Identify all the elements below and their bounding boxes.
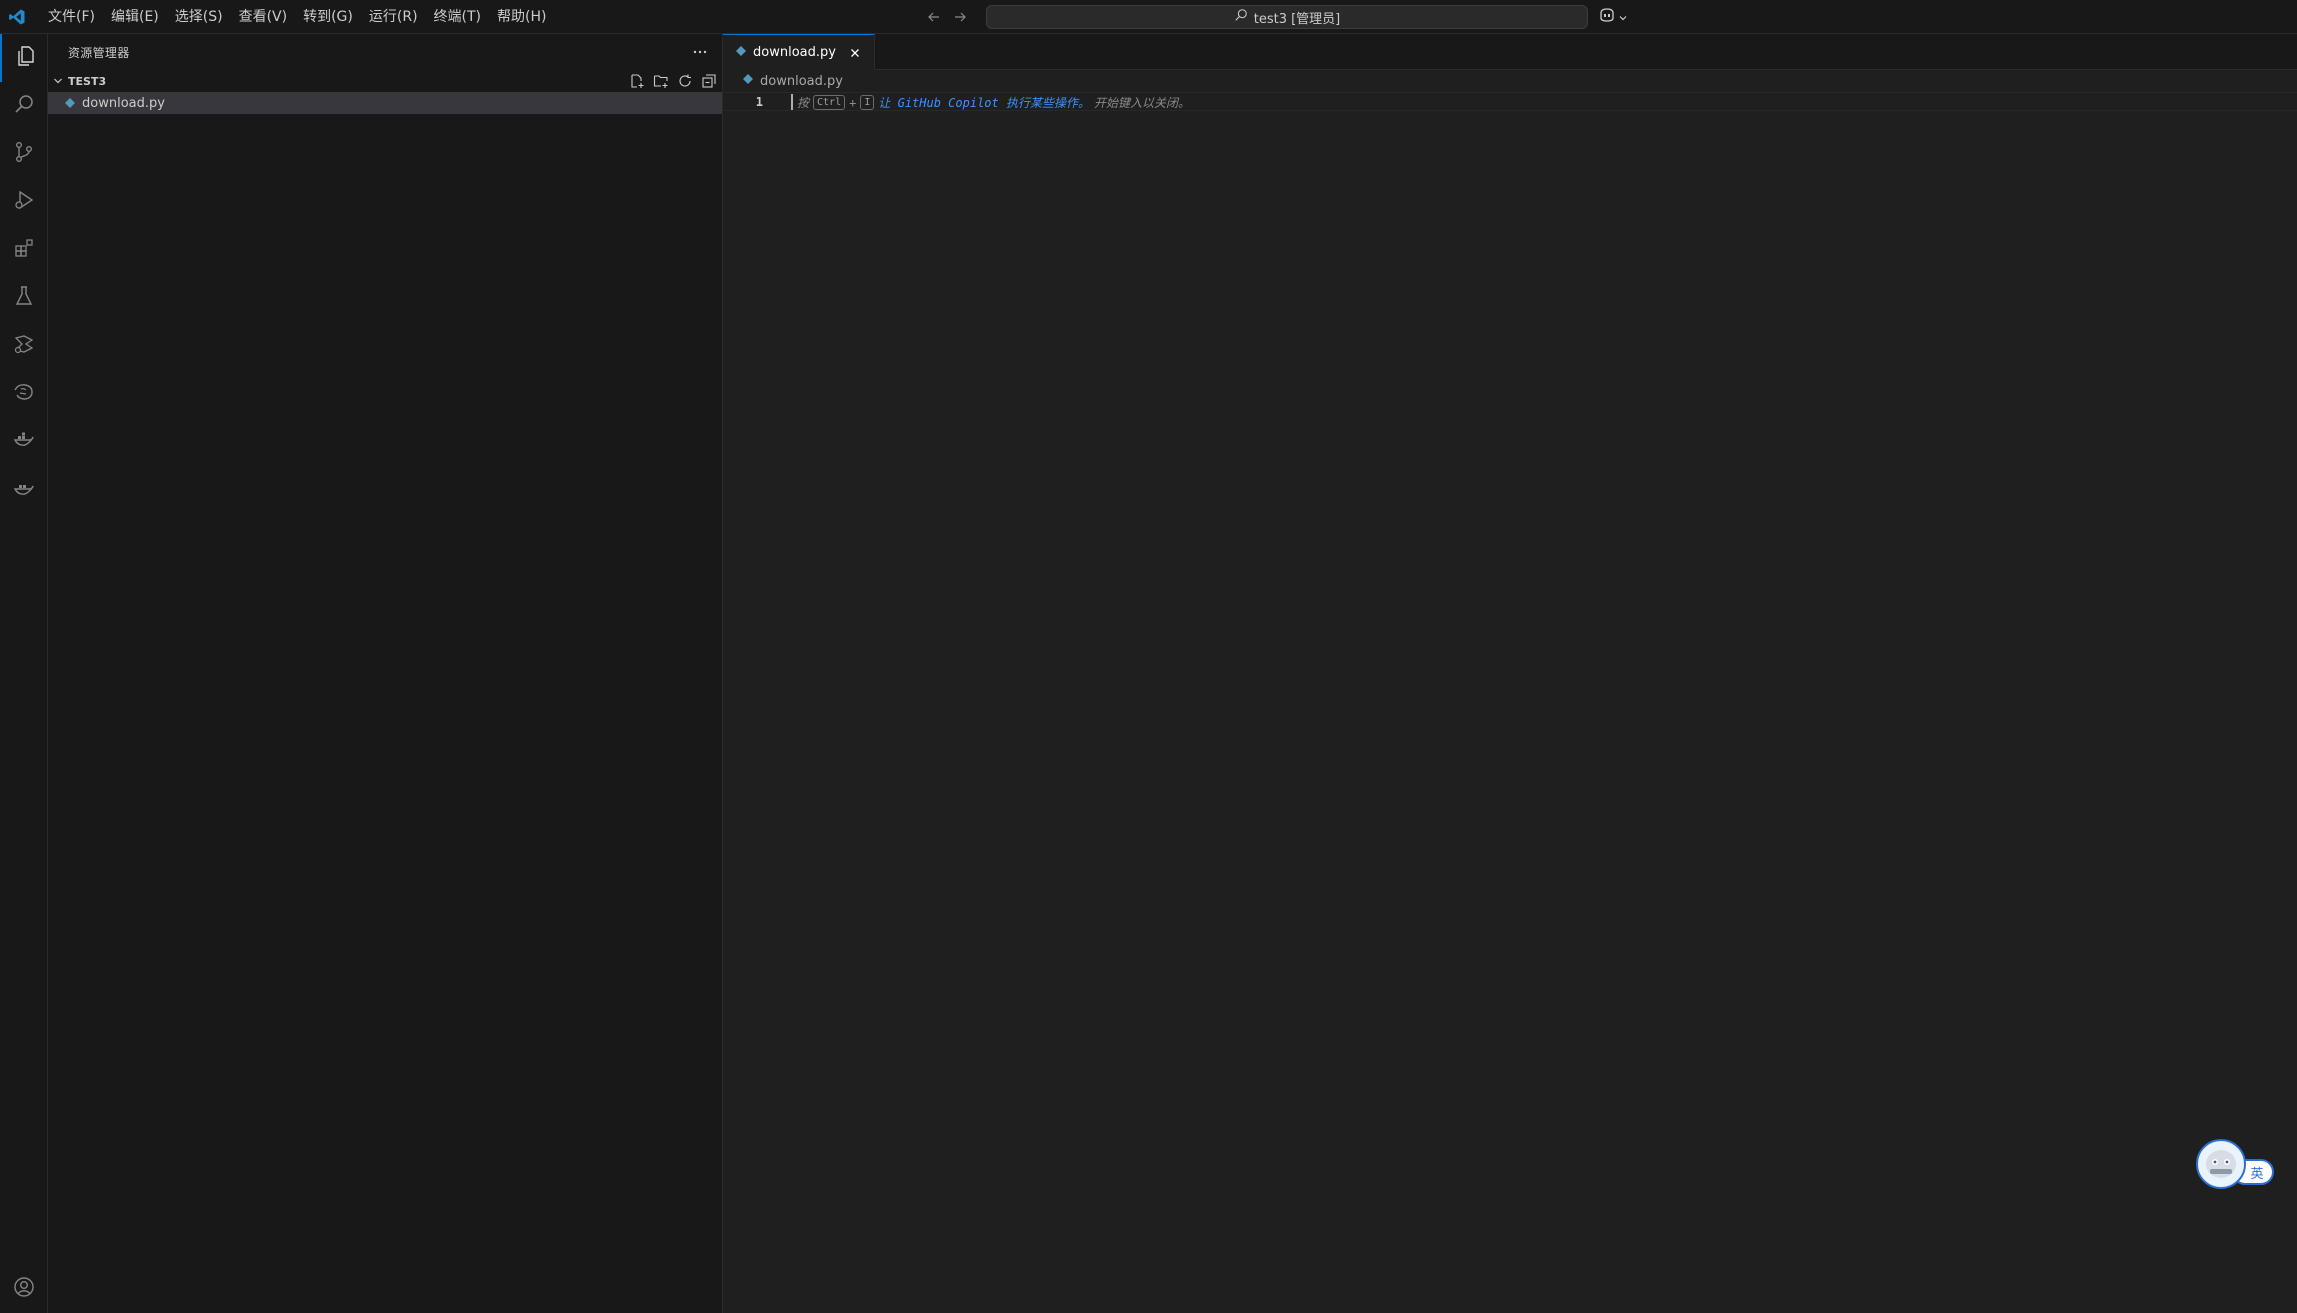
hint-key-ctrl: Ctrl xyxy=(813,95,846,110)
command-center-label: test3 [管理员] xyxy=(1253,11,1341,27)
hint-plus: + xyxy=(849,95,857,110)
hint-copilot-link[interactable]: 让 GitHub Copilot 执行某些操作。 xyxy=(878,94,1090,111)
python-env-icon xyxy=(12,380,36,408)
run-debug-activity[interactable] xyxy=(0,178,48,226)
command-center-search[interactable]: test3 [管理员] xyxy=(986,5,1588,29)
ime-floating-widget[interactable]: 英 xyxy=(2196,1139,2280,1189)
python-file-icon xyxy=(735,45,747,61)
editor-area: download.py download.py 1 按 Ctrl + I 让 G… xyxy=(723,34,2297,1313)
extensions-icon xyxy=(12,236,36,264)
file-tree-item[interactable]: download.py xyxy=(48,92,722,114)
ime-language-label: 英 xyxy=(2250,1166,2264,1182)
docker-icon xyxy=(12,428,36,456)
remote-icon xyxy=(12,332,36,360)
hint-prefix: 按 xyxy=(797,96,810,110)
forward-arrow-icon[interactable] xyxy=(951,8,969,26)
copilot-icon xyxy=(1598,7,1616,27)
navigation-arrows xyxy=(925,0,969,34)
new-file-icon[interactable] xyxy=(628,72,646,90)
refresh-icon[interactable] xyxy=(676,72,694,90)
menu-bar: 文件(F) 编辑(E) 选择(S) 查看(V) 转到(G) 运行(R) 终端(T… xyxy=(40,0,554,34)
account-icon xyxy=(12,1275,36,1303)
line-number: 1 xyxy=(755,94,763,109)
python-file-icon xyxy=(64,97,76,109)
python-file-icon xyxy=(742,73,754,89)
hint-suffix: 开始键入以关闭。 xyxy=(1093,96,1190,110)
menu-terminal[interactable]: 终端(T) xyxy=(426,4,489,30)
tab-label: download.py xyxy=(753,45,836,60)
explorer-activity[interactable] xyxy=(0,34,48,82)
account-activity[interactable] xyxy=(0,1265,48,1313)
docker-activity[interactable] xyxy=(0,418,48,466)
run-debug-icon xyxy=(12,188,36,216)
more-actions-icon[interactable] xyxy=(690,42,710,62)
menu-run[interactable]: 运行(R) xyxy=(361,4,426,30)
breadcrumb-file[interactable]: download.py xyxy=(760,74,843,89)
hint-key-i: I xyxy=(860,95,875,110)
menu-edit[interactable]: 编辑(E) xyxy=(103,4,167,30)
workspace-section-header[interactable]: TEST3 xyxy=(48,70,722,92)
chevron-down-icon xyxy=(1618,8,1628,27)
chevron-down-icon xyxy=(52,72,64,91)
explorer-sidebar: 资源管理器 TEST3 download.py xyxy=(48,34,723,1313)
code-line[interactable]: 1 按 Ctrl + I 让 GitHub Copilot 执行某些操作。 开始… xyxy=(723,92,2297,111)
files-icon xyxy=(13,44,37,72)
text-cursor xyxy=(791,94,793,110)
new-folder-icon[interactable] xyxy=(652,72,670,90)
copilot-menu-button[interactable] xyxy=(1598,5,1628,29)
menu-go[interactable]: 转到(G) xyxy=(295,4,361,30)
activity-bar xyxy=(0,34,48,1313)
menu-selection[interactable]: 选择(S) xyxy=(167,4,231,30)
source-control-activity[interactable] xyxy=(0,130,48,178)
testing-activity[interactable] xyxy=(0,274,48,322)
back-arrow-icon[interactable] xyxy=(925,8,943,26)
docker-alt-activity[interactable] xyxy=(0,466,48,514)
remote-activity[interactable] xyxy=(0,322,48,370)
docker-alt-icon xyxy=(12,476,36,504)
extensions-activity[interactable] xyxy=(0,226,48,274)
testing-icon xyxy=(12,284,36,312)
search-icon xyxy=(12,92,36,120)
vscode-logo-icon xyxy=(0,0,34,34)
sidebar-title: 资源管理器 xyxy=(68,45,130,60)
menu-view[interactable]: 查看(V) xyxy=(231,4,296,30)
ime-mascot-icon xyxy=(2196,1139,2246,1189)
workspace-title: TEST3 xyxy=(68,74,107,88)
close-icon[interactable] xyxy=(846,44,864,62)
sidebar-header: 资源管理器 xyxy=(48,34,722,70)
python-env-activity[interactable] xyxy=(0,370,48,418)
collapse-all-icon[interactable] xyxy=(700,72,718,90)
search-activity[interactable] xyxy=(0,82,48,130)
menu-help[interactable]: 帮助(H) xyxy=(489,4,554,30)
menu-file[interactable]: 文件(F) xyxy=(40,4,103,30)
section-actions xyxy=(628,70,718,92)
breadcrumb: download.py xyxy=(723,70,2297,92)
editor-tabs: download.py xyxy=(723,34,2297,70)
copilot-hint: 按 Ctrl + I 让 GitHub Copilot 执行某些操作。 开始键入… xyxy=(797,93,1190,112)
search-icon xyxy=(1234,8,1248,26)
file-name: download.py xyxy=(82,95,165,111)
title-bar: 文件(F) 编辑(E) 选择(S) 查看(V) 转到(G) 运行(R) 终端(T… xyxy=(0,0,2297,34)
tab-download-py[interactable]: download.py xyxy=(723,34,875,70)
vscode-window: 文件(F) 编辑(E) 选择(S) 查看(V) 转到(G) 运行(R) 终端(T… xyxy=(0,0,2297,1313)
source-control-icon xyxy=(12,140,36,168)
